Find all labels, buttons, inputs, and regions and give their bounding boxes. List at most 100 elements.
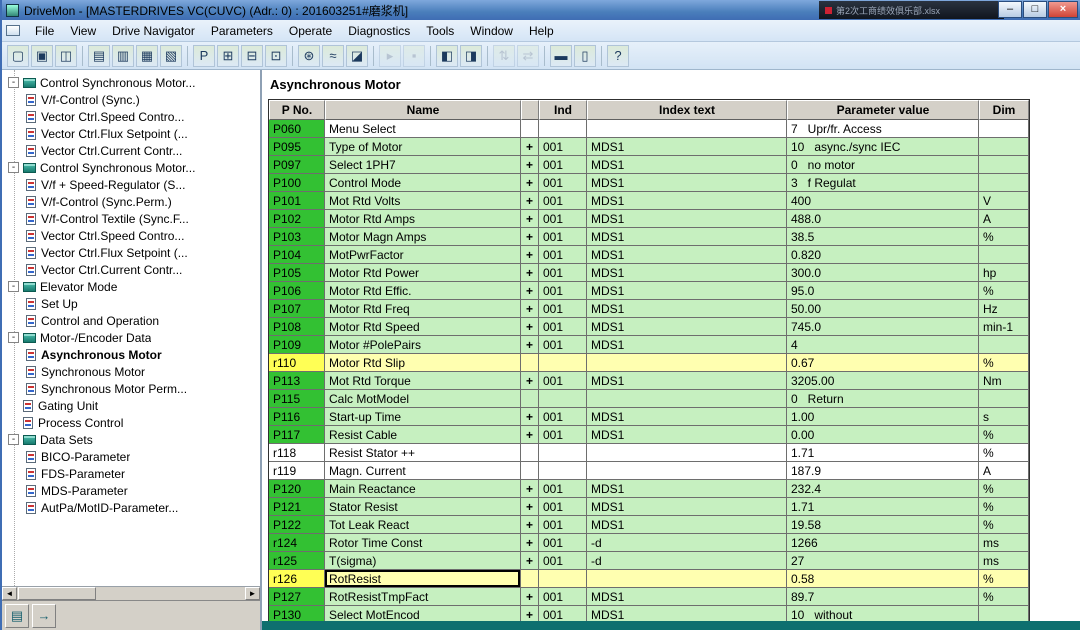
print-icon[interactable]: ▦: [136, 44, 158, 67]
tree-horizontal-scrollbar[interactable]: ◄ ►: [2, 586, 260, 600]
cell-parameter-value[interactable]: 0.820: [787, 246, 979, 264]
tree-item-mds-parameter[interactable]: MDS-Parameter: [2, 482, 260, 499]
cell-parameter-value[interactable]: 4: [787, 336, 979, 354]
cell-name[interactable]: Select 1PH7: [325, 156, 521, 174]
script-form-icon[interactable]: ▥: [112, 44, 134, 67]
param-row-p097[interactable]: P097 Select 1PH7 +001 MDS1 0 no motor: [269, 156, 1029, 174]
tile-vertical-icon[interactable]: ▯: [574, 44, 596, 67]
cell-expand[interactable]: +: [521, 372, 539, 390]
cell-ind[interactable]: 001: [539, 192, 587, 210]
cell-parameter-value[interactable]: 10 async./sync IEC: [787, 138, 979, 156]
cell-pno[interactable]: P100: [269, 174, 325, 192]
cell-dim[interactable]: [979, 390, 1029, 408]
cell-parameter-value[interactable]: 300.0: [787, 264, 979, 282]
cell-expand[interactable]: +: [521, 588, 539, 606]
param-row-p102[interactable]: P102 Motor Rtd Amps +001 MDS1 488.0 A: [269, 210, 1029, 228]
cell-index-text[interactable]: MDS1: [587, 300, 787, 318]
table-view-icon[interactable]: ◧: [436, 44, 458, 67]
cell-dim[interactable]: %: [979, 444, 1029, 462]
collapse-expander-icon[interactable]: -: [8, 162, 19, 173]
cell-pno[interactable]: P116: [269, 408, 325, 426]
param-row-p100[interactable]: P100 Control Mode +001 MDS1 3 f Regulat: [269, 174, 1029, 192]
settings-gear-icon[interactable]: ⊛: [298, 44, 320, 67]
cell-name[interactable]: Calc MotModel: [325, 390, 521, 408]
cell-expand[interactable]: [521, 570, 539, 588]
cell-pno[interactable]: P095: [269, 138, 325, 156]
cell-ind[interactable]: 001: [539, 588, 587, 606]
cell-dim[interactable]: %: [979, 588, 1029, 606]
cell-expand[interactable]: +: [521, 192, 539, 210]
cell-index-text[interactable]: -d: [587, 552, 787, 570]
param-row-p103[interactable]: P103 Motor Magn Amps +001 MDS1 38.5%: [269, 228, 1029, 246]
cell-parameter-value[interactable]: 0 Return: [787, 390, 979, 408]
tree-item-gating-unit[interactable]: Gating Unit: [2, 397, 260, 414]
cell-ind[interactable]: 001: [539, 372, 587, 390]
tree-item-vector-ctrl-speed-contro[interactable]: Vector Ctrl.Speed Contro...: [2, 227, 260, 244]
cell-dim[interactable]: hp: [979, 264, 1029, 282]
cell-ind[interactable]: 001: [539, 264, 587, 282]
cell-pno[interactable]: P121: [269, 498, 325, 516]
cell-expand[interactable]: +: [521, 480, 539, 498]
cell-name[interactable]: Control Mode: [325, 174, 521, 192]
cell-dim[interactable]: [979, 120, 1029, 138]
cell-name[interactable]: Main Reactance: [325, 480, 521, 498]
cell-parameter-value[interactable]: 50.00: [787, 300, 979, 318]
cell-index-text[interactable]: [587, 354, 787, 372]
cell-name[interactable]: RotResist: [325, 570, 521, 588]
cell-ind[interactable]: 001: [539, 300, 587, 318]
tree-item-synchronous-motor[interactable]: Synchronous Motor: [2, 363, 260, 380]
cell-index-text[interactable]: [587, 390, 787, 408]
cell-name[interactable]: Motor #PolePairs: [325, 336, 521, 354]
tree-item-vector-ctrl-current-contr[interactable]: Vector Ctrl.Current Contr...: [2, 142, 260, 159]
cell-ind[interactable]: 001: [539, 480, 587, 498]
param-row-p121[interactable]: P121 Stator Resist +001 MDS1 1.71%: [269, 498, 1029, 516]
menu-view[interactable]: View: [62, 21, 104, 41]
cell-ind[interactable]: [539, 462, 587, 480]
collapse-expander-icon[interactable]: -: [8, 332, 19, 343]
cell-expand[interactable]: +: [521, 174, 539, 192]
cell-expand[interactable]: [521, 354, 539, 372]
cell-parameter-value[interactable]: 0.67: [787, 354, 979, 372]
cell-expand[interactable]: +: [521, 498, 539, 516]
param-row-p108[interactable]: P108 Motor Rtd Speed +001 MDS1 745.0 min-1: [269, 318, 1029, 336]
tree-item-set-up[interactable]: Set Up: [2, 295, 260, 312]
cell-index-text[interactable]: MDS1: [587, 282, 787, 300]
parameter-compare-icon[interactable]: ⊡: [265, 44, 287, 67]
window-view-icon[interactable]: ◨: [460, 44, 482, 67]
close-button[interactable]: ×: [1048, 1, 1078, 18]
collapse-expander-icon[interactable]: -: [8, 281, 19, 292]
cell-dim[interactable]: [979, 246, 1029, 264]
cell-dim[interactable]: Hz: [979, 300, 1029, 318]
param-row-p109[interactable]: P109 Motor #PolePairs +001 MDS1 4: [269, 336, 1029, 354]
cell-ind[interactable]: 001: [539, 498, 587, 516]
cell-expand[interactable]: +: [521, 552, 539, 570]
copy-documents-icon[interactable]: ◫: [55, 44, 77, 67]
cell-index-text[interactable]: MDS1: [587, 246, 787, 264]
cell-ind[interactable]: 001: [539, 336, 587, 354]
cell-expand[interactable]: +: [521, 282, 539, 300]
cell-expand[interactable]: +: [521, 534, 539, 552]
cell-pno[interactable]: P107: [269, 300, 325, 318]
download-parameters-icon[interactable]: ⇄: [517, 44, 539, 67]
tile-horizontal-icon[interactable]: ▬: [550, 44, 572, 67]
cell-expand[interactable]: +: [521, 408, 539, 426]
cell-name[interactable]: Menu Select: [325, 120, 521, 138]
cell-index-text[interactable]: MDS1: [587, 498, 787, 516]
cell-dim[interactable]: ms: [979, 534, 1029, 552]
tree-item-v-f-control-textile-sync-f[interactable]: V/f-Control Textile (Sync.F...: [2, 210, 260, 227]
parameter-form-icon[interactable]: ▤: [88, 44, 110, 67]
cell-ind[interactable]: 001: [539, 174, 587, 192]
cell-index-text[interactable]: MDS1: [587, 228, 787, 246]
cell-pno[interactable]: r110: [269, 354, 325, 372]
upread-parameters-icon[interactable]: ⇅: [493, 44, 515, 67]
cell-index-text[interactable]: MDS1: [587, 192, 787, 210]
cell-dim[interactable]: A: [979, 462, 1029, 480]
cell-pno[interactable]: P103: [269, 228, 325, 246]
cell-pno[interactable]: P101: [269, 192, 325, 210]
cell-dim[interactable]: %: [979, 498, 1029, 516]
cell-name[interactable]: Start-up Time: [325, 408, 521, 426]
cell-ind[interactable]: 001: [539, 210, 587, 228]
cell-dim[interactable]: %: [979, 480, 1029, 498]
cell-parameter-value[interactable]: 0 no motor: [787, 156, 979, 174]
tree-item-fds-parameter[interactable]: FDS-Parameter: [2, 465, 260, 482]
